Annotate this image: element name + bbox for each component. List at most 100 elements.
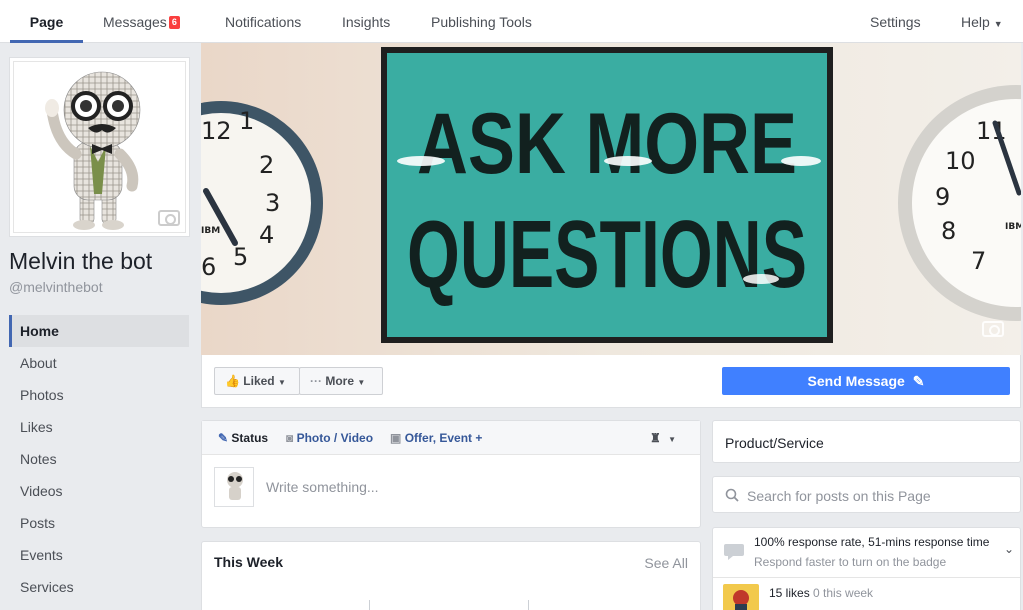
cover-photo-image: 12 1 2 3 4 5 6 IBM ASK MORE QUESTIONS 11…: [201, 43, 1021, 355]
tab-publishing-tools-label: Publishing Tools: [431, 14, 532, 30]
pencil-icon: ✎: [218, 431, 229, 445]
divider: [713, 577, 1020, 578]
sidebar-item-label: About: [20, 355, 57, 371]
this-week-title: This Week: [214, 554, 283, 570]
composer-tab-photo-video[interactable]: ◙ Photo / Video: [286, 421, 373, 455]
liked-label: Liked: [243, 374, 275, 388]
tab-insights[interactable]: Insights: [342, 0, 390, 43]
composer-tab-offer-event[interactable]: ▣ Offer, Event +: [390, 421, 482, 455]
help-menu[interactable]: Help ▼: [961, 0, 1003, 43]
chevron-down-icon: ▼: [277, 378, 286, 387]
more-dots-icon: ▣: [390, 431, 402, 445]
clock-numeral: 9: [935, 183, 950, 211]
sidebar-item-label: Home: [20, 323, 59, 339]
response-rate-text: 100% response rate, 51-mins response tim…: [754, 535, 990, 549]
more-dots-icon: ···: [310, 374, 322, 388]
avatar-image: [227, 472, 243, 500]
response-badge-hint: Respond faster to turn on the badge: [754, 555, 947, 569]
tab-page[interactable]: Page: [10, 0, 83, 43]
clock-numeral: 5: [233, 243, 248, 271]
sidebar-item-label: Posts: [20, 515, 56, 531]
sidebar-item-home[interactable]: Home: [9, 315, 189, 347]
top-nav: Page Messages 6 Notifications Insights Pu…: [0, 0, 1023, 43]
clock-numeral: 10: [945, 147, 976, 175]
sidebar-item-services[interactable]: Services: [9, 571, 189, 603]
clock-numeral: 4: [259, 221, 274, 249]
likes-summary: 15 likes 0 this week: [769, 586, 873, 600]
tab-insights-label: Insights: [342, 14, 391, 30]
camera-icon[interactable]: [158, 210, 180, 226]
send-message-label: Send Message: [807, 373, 905, 389]
clock-brand-label: IBM: [1005, 222, 1021, 232]
sidebar-item-likes[interactable]: Likes: [9, 411, 189, 443]
messages-count-badge: 6: [168, 16, 180, 29]
clock-numeral: 12: [201, 117, 232, 145]
sidebar-item-about[interactable]: About: [9, 347, 189, 379]
likes-thumbnail-graphic: [733, 590, 749, 610]
camera-icon[interactable]: [982, 321, 1004, 337]
see-all-link[interactable]: See All: [644, 555, 688, 571]
cover-photo[interactable]: 12 1 2 3 4 5 6 IBM ASK MORE QUESTIONS 11…: [201, 43, 1021, 355]
settings-label: Settings: [870, 14, 921, 30]
composer-tab-label: Status: [231, 431, 269, 445]
more-button[interactable]: ··· More ▼: [299, 367, 383, 395]
response-rate-card: 100% response rate, 51-mins response tim…: [712, 527, 1021, 610]
composer-tab-status[interactable]: ✎ Status: [218, 421, 268, 455]
tab-publishing-tools[interactable]: Publishing Tools: [431, 0, 532, 43]
tab-notifications[interactable]: Notifications: [225, 0, 301, 43]
clock-numeral: 1: [239, 107, 254, 135]
chevron-down-icon[interactable]: ⌄: [1004, 542, 1014, 556]
likes-this-week: 0 this week: [813, 586, 874, 600]
sign-line-1: ASK MORE: [417, 96, 797, 192]
page-name: Melvin the bot: [9, 248, 153, 274]
clock-numeral: 6: [201, 253, 216, 281]
sackboy-robot-image: [45, 71, 141, 230]
composer-tab-label: Photo / Video: [296, 431, 374, 445]
thumbs-up-icon: 👍: [225, 374, 240, 388]
this-week-card: This Week See All: [201, 541, 701, 610]
page-avatar-icon: ♜: [650, 431, 661, 445]
tab-messages[interactable]: Messages 6: [103, 0, 180, 43]
search-input[interactable]: Search for posts on this Page: [747, 488, 931, 504]
likes-thumbnail-image: [723, 584, 759, 610]
sidebar-item-videos[interactable]: Videos: [9, 475, 189, 507]
divider: [528, 600, 529, 610]
sidebar-item-label: Videos: [20, 483, 63, 499]
chevron-down-icon: ▼: [668, 435, 677, 444]
sidebar-item-label: Photos: [20, 387, 64, 403]
page-search-box[interactable]: Search for posts on this Page: [712, 476, 1021, 513]
profile-picture[interactable]: [9, 57, 190, 237]
avatar: [214, 467, 254, 507]
sidebar-item-posts[interactable]: Posts: [9, 507, 189, 539]
page-action-bar: 👍 Liked ▼ ··· More ▼ Send Message ✎: [201, 355, 1021, 408]
chevron-down-icon: ▼: [357, 378, 366, 387]
camera-icon: ◙: [286, 431, 294, 445]
settings-link[interactable]: Settings: [870, 0, 921, 43]
ask-more-questions-sign: ASK MORE QUESTIONS: [381, 47, 833, 343]
clock-numeral: 3: [265, 189, 280, 217]
send-message-button[interactable]: Send Message ✎: [722, 367, 1010, 395]
divider: [369, 600, 370, 610]
page-handle[interactable]: @melvinthebot: [9, 279, 103, 295]
page-category: Product/Service: [725, 435, 824, 451]
clock-brand-label: IBM: [201, 226, 220, 236]
sidebar-item-label: Notes: [20, 451, 57, 467]
sidebar-item-photos[interactable]: Photos: [9, 379, 189, 411]
sidebar-item-notes[interactable]: Notes: [9, 443, 189, 475]
help-label: Help: [961, 14, 990, 30]
sidebar-item-events[interactable]: Events: [9, 539, 189, 571]
post-as-selector[interactable]: ♜ ▼: [650, 421, 676, 457]
sidebar-item-label: Events: [20, 547, 63, 563]
tab-page-label: Page: [29, 14, 64, 30]
liked-button[interactable]: 👍 Liked ▼: [214, 367, 300, 395]
more-label: More: [325, 374, 355, 388]
search-icon: [725, 488, 739, 502]
composer-tab-label: Offer, Event +: [404, 431, 483, 445]
sidebar-item-label: Likes: [20, 419, 53, 435]
post-composer: ✎ Status ◙ Photo / Video ▣ Offer, Event …: [201, 420, 701, 528]
composer-input[interactable]: Write something...: [266, 479, 379, 495]
page-category-card[interactable]: Product/Service: [712, 420, 1021, 463]
composer-tabs: ✎ Status ◙ Photo / Video ▣ Offer, Event …: [202, 421, 700, 455]
clock-numeral: 8: [941, 217, 956, 245]
message-bubble-icon: [724, 544, 744, 560]
